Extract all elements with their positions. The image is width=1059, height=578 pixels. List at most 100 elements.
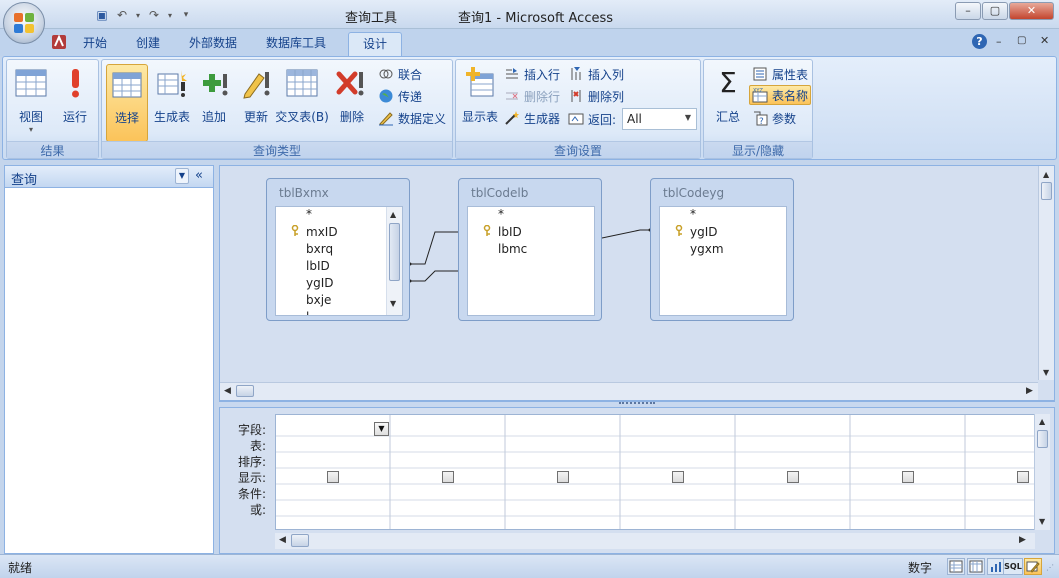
show-checkbox[interactable]	[557, 471, 569, 483]
show-checkbox[interactable]	[902, 471, 914, 483]
undo-icon[interactable]: ↶	[114, 7, 130, 23]
return-select[interactable]: All ▼	[622, 108, 697, 130]
nav-dropdown-icon[interactable]: ▼	[175, 168, 189, 184]
union-button[interactable]: 联合	[378, 64, 422, 84]
sql-view-icon[interactable]: SQL	[1003, 558, 1023, 575]
customize-qat-icon[interactable]: ▾	[178, 7, 194, 23]
undo-dropdown-icon[interactable]: ▾	[134, 7, 142, 23]
builder-button[interactable]: 生成器	[504, 108, 560, 128]
tab-create[interactable]: 创建	[126, 32, 170, 56]
datasheet-view-icon[interactable]	[947, 558, 965, 575]
parameters-button[interactable]: ? 参数	[752, 108, 796, 128]
tab-home[interactable]: 开始	[73, 32, 117, 56]
scroll-right-icon[interactable]: ▶	[1019, 535, 1026, 545]
select-query-button[interactable]: 选择	[106, 64, 148, 142]
delete-columns-button[interactable]: 删除列	[568, 86, 624, 106]
scroll-up-icon[interactable]: ▲	[1039, 417, 1045, 426]
insert-rows-button[interactable]: 插入行	[504, 64, 560, 84]
field-dropdown-icon[interactable]: ▼	[374, 422, 389, 436]
scroll-down-icon[interactable]: ▼	[390, 299, 396, 308]
scroll-right-icon[interactable]: ▶	[1026, 386, 1033, 396]
query-design-grid[interactable]: ▼	[275, 414, 1035, 530]
close-button[interactable]: ✕	[1009, 2, 1054, 20]
scroll-up-icon[interactable]: ▲	[390, 210, 396, 219]
show-checkbox[interactable]	[327, 471, 339, 483]
make-table-button[interactable]: 生成表	[150, 64, 194, 140]
scroll-down-icon[interactable]: ▼	[1043, 368, 1049, 377]
collapse-pane-icon[interactable]: «	[195, 168, 203, 183]
tab-external-data[interactable]: 外部数据	[179, 32, 247, 56]
resize-grip-icon[interactable]: ⋰	[1046, 563, 1054, 572]
scroll-thumb[interactable]	[1041, 182, 1052, 200]
show-checkbox[interactable]	[672, 471, 684, 483]
help-icon[interactable]: ?	[972, 34, 987, 49]
scroll-up-icon[interactable]: ▲	[1043, 170, 1049, 179]
scroll-thumb[interactable]	[291, 534, 309, 547]
doc-minimize-button[interactable]: –	[996, 35, 1002, 48]
doc-close-button[interactable]: ✕	[1040, 34, 1049, 47]
nav-pane-header[interactable]: 查询 ▼ «	[5, 166, 213, 188]
pivot-table-view-icon[interactable]	[967, 558, 985, 575]
totals-button[interactable]: Σ 汇总	[708, 64, 748, 140]
design-horizontal-scrollbar[interactable]: ◀ ▶	[220, 382, 1038, 400]
field-item[interactable]: ygID	[690, 225, 718, 239]
show-checkbox[interactable]	[787, 471, 799, 483]
scroll-thumb[interactable]	[1037, 430, 1048, 448]
design-vertical-scrollbar[interactable]: ▲ ▼	[1038, 166, 1054, 380]
field-item[interactable]: ygxm	[690, 242, 724, 256]
append-button[interactable]: 追加	[194, 64, 234, 140]
pass-through-button[interactable]: 传递	[378, 86, 422, 106]
view-button[interactable]: 视图 ▾	[11, 64, 51, 140]
table-box-tblcodeyg[interactable]: tblCodeyg * ygID ygxm	[650, 178, 794, 321]
delete-rows-button[interactable]: 删除行	[504, 86, 560, 106]
restore-button[interactable]: ▢	[982, 2, 1008, 20]
field-item[interactable]: *	[690, 207, 696, 221]
delete-query-button[interactable]: 删除	[332, 64, 372, 140]
redo-icon[interactable]: ↷	[146, 7, 162, 23]
minimize-button[interactable]: –	[955, 2, 981, 20]
grid-horizontal-scrollbar[interactable]: ◀ ▶	[275, 533, 1035, 549]
doc-restore-button[interactable]: ▢	[1017, 35, 1026, 46]
field-item[interactable]: *	[498, 207, 504, 221]
grid-vertical-scrollbar[interactable]: ▲ ▼	[1034, 414, 1050, 530]
field-item[interactable]: bxje	[306, 293, 331, 307]
join-line-lbid	[410, 231, 458, 265]
scroll-thumb[interactable]	[389, 223, 400, 281]
tab-database-tools[interactable]: 数据库工具	[256, 32, 336, 56]
show-checkbox[interactable]	[442, 471, 454, 483]
update-button[interactable]: 更新	[236, 64, 276, 140]
field-list-scrollbar[interactable]: ▲ ▼	[386, 207, 402, 315]
property-sheet-button[interactable]: 属性表	[752, 64, 808, 84]
insert-columns-button[interactable]: 插入列	[568, 64, 624, 84]
status-mode: 数字	[908, 561, 933, 575]
scroll-thumb[interactable]	[236, 385, 254, 397]
table-box-tblbxmx[interactable]: tblBxmx * mxID bxrq lbID ygID bxje l ▲ ▼	[266, 178, 410, 321]
scroll-left-icon[interactable]: ◀	[224, 386, 231, 396]
title-bar: ▣ ↶ ▾ ↷ ▾ ▾ 查询工具 查询1 - Microsoft Access …	[0, 0, 1059, 29]
redo-dropdown-icon[interactable]: ▾	[166, 7, 174, 23]
tab-design[interactable]: 设计	[348, 32, 402, 56]
scroll-down-icon[interactable]: ▼	[1039, 517, 1045, 526]
query-design-area[interactable]: tblBxmx * mxID bxrq lbID ygID bxje l ▲ ▼…	[219, 165, 1055, 401]
table-names-button[interactable]: XYZ 表名称	[749, 85, 812, 105]
field-item[interactable]: lbmc	[498, 242, 527, 256]
crosstab-button[interactable]: 交叉表(B)	[274, 64, 330, 140]
field-item[interactable]: l	[306, 310, 309, 315]
design-view-icon[interactable]	[1024, 558, 1042, 575]
table-box-tblcodelb[interactable]: tblCodelb * lbID lbmc	[458, 178, 602, 321]
field-item[interactable]: ygID	[306, 276, 334, 290]
field-item[interactable]: lbID	[306, 259, 330, 273]
splitter-grip[interactable]	[619, 402, 655, 404]
data-definition-button[interactable]: 数据定义	[378, 108, 446, 128]
field-item[interactable]: *	[306, 207, 312, 221]
window-title: 查询1 - Microsoft Access	[458, 11, 614, 26]
show-checkbox[interactable]	[1017, 471, 1029, 483]
field-item[interactable]: mxID	[306, 225, 338, 239]
show-table-button[interactable]: 显示表	[458, 64, 502, 140]
scroll-left-icon[interactable]: ◀	[279, 535, 286, 545]
field-item[interactable]: bxrq	[306, 242, 333, 256]
run-button[interactable]: 运行	[55, 64, 95, 140]
office-button[interactable]	[3, 2, 45, 44]
save-icon[interactable]: ▣	[94, 7, 110, 23]
field-item[interactable]: lbID	[498, 225, 522, 239]
